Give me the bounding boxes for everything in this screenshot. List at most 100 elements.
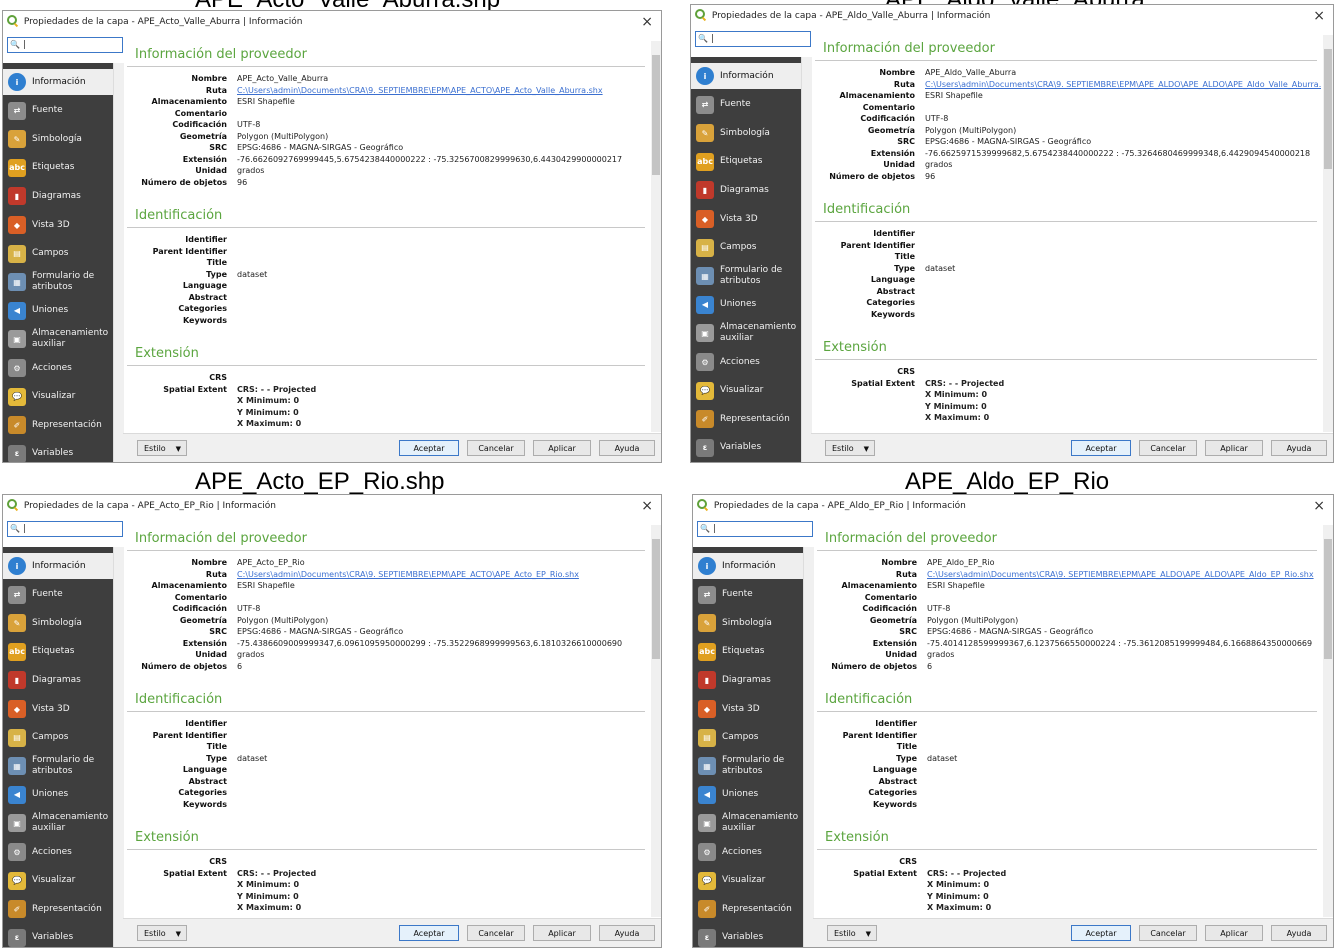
scrollbar-thumb[interactable] <box>652 55 660 175</box>
sidebar-item-almacenamiento-auxiliar[interactable]: ▣ Almacenamiento auxiliar <box>3 810 113 836</box>
value-ruta-link[interactable]: C:\Users\admin\Documents\CRA\9. SEPTIEMB… <box>927 569 1314 581</box>
estilo-dropdown[interactable]: Estilo ▼ <box>137 925 187 941</box>
ayuda-button[interactable]: Ayuda <box>599 925 655 941</box>
sidebar-item-representación[interactable]: ✐ Representación <box>3 412 113 438</box>
sidebar-item-campos[interactable]: ▤ Campos <box>691 235 801 261</box>
sidebar-item-visualizar[interactable]: 💬 Visualizar <box>691 378 801 404</box>
aceptar-button[interactable]: Aceptar <box>399 925 459 941</box>
sidebar-item-etiquetas[interactable]: abc Etiquetas <box>693 639 803 665</box>
sidebar-item-información[interactable]: i Información <box>691 63 801 89</box>
estilo-dropdown[interactable]: Estilo ▼ <box>827 925 877 941</box>
sidebar-item-simbología[interactable]: ✎ Simbología <box>691 120 801 146</box>
sidebar-item-simbología[interactable]: ✎ Simbología <box>693 610 803 636</box>
scrollbar-thumb[interactable] <box>1324 49 1332 169</box>
value-ruta-link[interactable]: C:\Users\admin\Documents\CRA\9. SEPTIEMB… <box>237 569 579 581</box>
sidebar-item-uniones[interactable]: ◀ Uniones <box>3 298 113 324</box>
sidebar-scrollbar[interactable] <box>113 547 124 947</box>
search-input[interactable]: 🔍 | <box>697 521 813 537</box>
aceptar-button[interactable]: Aceptar <box>399 440 459 456</box>
scrollbar-thumb[interactable] <box>1324 539 1332 659</box>
sidebar-item-simbología[interactable]: ✎ Simbología <box>3 126 113 152</box>
sidebar-scrollbar[interactable] <box>113 63 124 462</box>
sidebar-item-variables[interactable]: ε Variables <box>3 925 113 947</box>
sidebar-item-campos[interactable]: ▤ Campos <box>3 725 113 751</box>
sidebar-item-acciones[interactable]: ⚙ Acciones <box>3 839 113 865</box>
cancelar-button[interactable]: Cancelar <box>1139 925 1197 941</box>
estilo-dropdown[interactable]: Estilo ▼ <box>825 440 875 456</box>
sidebar-item-variables[interactable]: ε Variables <box>693 925 803 947</box>
sidebar-item-vista-3d[interactable]: ◆ Vista 3D <box>693 696 803 722</box>
cancelar-button[interactable]: Cancelar <box>467 925 525 941</box>
sidebar-scrollbar[interactable] <box>801 57 812 462</box>
sidebar-item-uniones[interactable]: ◀ Uniones <box>3 782 113 808</box>
sidebar-item-uniones[interactable]: ◀ Uniones <box>691 292 801 318</box>
sidebar-item-diagramas[interactable]: ▮ Diagramas <box>693 667 803 693</box>
content-scrollbar[interactable] <box>651 525 661 917</box>
ayuda-button[interactable]: Ayuda <box>1271 440 1327 456</box>
sidebar-item-diagramas[interactable]: ▮ Diagramas <box>3 183 113 209</box>
search-input[interactable]: 🔍 | <box>695 31 811 47</box>
aplicar-button[interactable]: Aplicar <box>1205 925 1263 941</box>
sidebar-item-visualizar[interactable]: 💬 Visualizar <box>3 384 113 410</box>
sidebar-item-fuente[interactable]: ⇄ Fuente <box>693 582 803 608</box>
scrollbar-thumb[interactable] <box>652 539 660 659</box>
content-scrollbar[interactable] <box>1323 35 1333 432</box>
sidebar-item-acciones[interactable]: ⚙ Acciones <box>693 839 803 865</box>
sidebar-item-acciones[interactable]: ⚙ Acciones <box>691 349 801 375</box>
aplicar-button[interactable]: Aplicar <box>533 925 591 941</box>
sidebar-item-variables[interactable]: ε Variables <box>691 435 801 461</box>
sidebar-item-formulario-de-atributos[interactable]: ▦ Formulario de atributos <box>3 269 113 295</box>
sidebar-item-etiquetas[interactable]: abc Etiquetas <box>3 155 113 181</box>
ayuda-button[interactable]: Ayuda <box>1271 925 1327 941</box>
sidebar-item-uniones[interactable]: ◀ Uniones <box>693 782 803 808</box>
sidebar-item-vista-3d[interactable]: ◆ Vista 3D <box>3 696 113 722</box>
sidebar-item-campos[interactable]: ▤ Campos <box>693 725 803 751</box>
sidebar-item-representación[interactable]: ✐ Representación <box>691 406 801 432</box>
aplicar-button[interactable]: Aplicar <box>1205 440 1263 456</box>
value-ruta-link[interactable]: C:\Users\admin\Documents\CRA\9. SEPTIEMB… <box>237 85 603 97</box>
sidebar-item-formulario-de-atributos[interactable]: ▦ Formulario de atributos <box>691 263 801 289</box>
sidebar-item-simbología[interactable]: ✎ Simbología <box>3 610 113 636</box>
sidebar-item-información[interactable]: i Información <box>693 553 803 579</box>
cancelar-button[interactable]: Cancelar <box>1139 440 1197 456</box>
sidebar-item-campos[interactable]: ▤ Campos <box>3 241 113 267</box>
close-icon[interactable]: × <box>1313 5 1325 27</box>
sidebar-item-vista-3d[interactable]: ◆ Vista 3D <box>3 212 113 238</box>
aplicar-button[interactable]: Aplicar <box>533 440 591 456</box>
sidebar-item-representación[interactable]: ✐ Representación <box>3 896 113 922</box>
sidebar-item-visualizar[interactable]: 💬 Visualizar <box>3 868 113 894</box>
sidebar-item-información[interactable]: i Información <box>3 553 113 579</box>
aceptar-button[interactable]: Aceptar <box>1071 440 1131 456</box>
sidebar-item-almacenamiento-auxiliar[interactable]: ▣ Almacenamiento auxiliar <box>693 810 803 836</box>
close-icon[interactable]: × <box>1313 495 1325 517</box>
sidebar-item-formulario-de-atributos[interactable]: ▦ Formulario de atributos <box>3 753 113 779</box>
sidebar-item-diagramas[interactable]: ▮ Diagramas <box>691 177 801 203</box>
sidebar-item-almacenamiento-auxiliar[interactable]: ▣ Almacenamiento auxiliar <box>3 326 113 352</box>
ayuda-button[interactable]: Ayuda <box>599 440 655 456</box>
sidebar-item-etiquetas[interactable]: abc Etiquetas <box>3 639 113 665</box>
sidebar-item-información[interactable]: i Información <box>3 69 113 95</box>
sidebar-item-fuente[interactable]: ⇄ Fuente <box>691 92 801 118</box>
sidebar-item-etiquetas[interactable]: abc Etiquetas <box>691 149 801 175</box>
sidebar-item-formulario-de-atributos[interactable]: ▦ Formulario de atributos <box>693 753 803 779</box>
close-icon[interactable]: × <box>641 11 653 33</box>
cancelar-button[interactable]: Cancelar <box>467 440 525 456</box>
close-icon[interactable]: × <box>641 495 653 517</box>
sidebar-item-acciones[interactable]: ⚙ Acciones <box>3 355 113 381</box>
sidebar-item-fuente[interactable]: ⇄ Fuente <box>3 98 113 124</box>
sidebar-scrollbar[interactable] <box>803 547 814 947</box>
estilo-dropdown[interactable]: Estilo ▼ <box>137 440 187 456</box>
content-scrollbar[interactable] <box>651 41 661 432</box>
sidebar-item-diagramas[interactable]: ▮ Diagramas <box>3 667 113 693</box>
sidebar-item-almacenamiento-auxiliar[interactable]: ▣ Almacenamiento auxiliar <box>691 320 801 346</box>
search-input[interactable]: 🔍 | <box>7 37 123 53</box>
sidebar-item-vista-3d[interactable]: ◆ Vista 3D <box>691 206 801 232</box>
content-scrollbar[interactable] <box>1323 525 1333 917</box>
search-input[interactable]: 🔍 | <box>7 521 123 537</box>
sidebar-item-variables[interactable]: ε Variables <box>3 441 113 462</box>
sidebar-item-representación[interactable]: ✐ Representación <box>693 896 803 922</box>
aceptar-button[interactable]: Aceptar <box>1071 925 1131 941</box>
sidebar-item-visualizar[interactable]: 💬 Visualizar <box>693 868 803 894</box>
value-ruta-link[interactable]: C:\Users\admin\Documents\CRA\9. SEPTIEMB… <box>925 79 1321 91</box>
sidebar-item-fuente[interactable]: ⇄ Fuente <box>3 582 113 608</box>
